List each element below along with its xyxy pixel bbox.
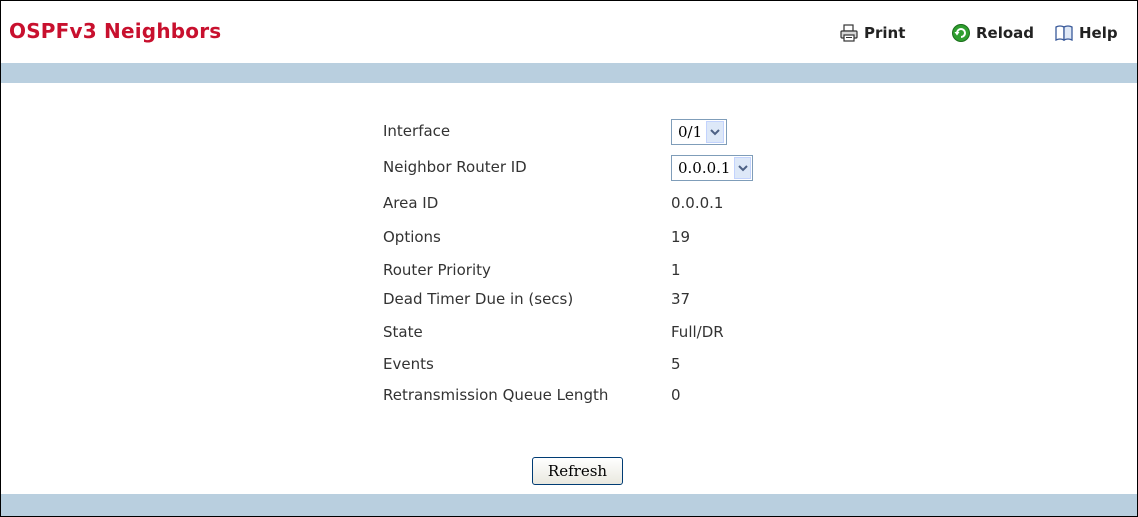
page-header: OSPFv3 Neighbors Print Reload Help <box>1 1 1137 63</box>
help-button[interactable]: Help <box>1054 21 1118 45</box>
footer-band <box>1 494 1137 516</box>
dead-timer-row: Dead Timer Due in (secs) 37 <box>383 287 803 313</box>
printer-icon <box>839 23 859 43</box>
router-priority-value: 1 <box>671 261 681 279</box>
state-value: Full/DR <box>671 323 724 341</box>
events-value: 5 <box>671 355 681 373</box>
print-button[interactable]: Print <box>839 21 905 45</box>
state-label: State <box>383 323 423 341</box>
chevron-down-icon[interactable] <box>734 157 751 179</box>
area-id-value: 0.0.0.1 <box>671 194 724 212</box>
area-id-row: Area ID 0.0.0.1 <box>383 191 803 217</box>
area-id-label: Area ID <box>383 194 439 212</box>
help-label: Help <box>1079 24 1118 42</box>
reload-button[interactable]: Reload <box>951 21 1034 45</box>
events-row: Events 5 <box>383 352 803 378</box>
dead-timer-label: Dead Timer Due in (secs) <box>383 290 574 308</box>
refresh-button[interactable]: Refresh <box>532 457 623 485</box>
neighbor-router-id-label: Neighbor Router ID <box>383 158 527 176</box>
neighbor-router-id-select[interactable]: 0.0.0.1 <box>671 155 753 181</box>
interface-row: Interface 0/1 <box>383 119 803 145</box>
events-label: Events <box>383 355 434 373</box>
page-frame: OSPFv3 Neighbors Print Reload Help Inter… <box>0 0 1138 517</box>
router-priority-row: Router Priority 1 <box>383 258 803 284</box>
retransmission-queue-length-row: Retransmission Queue Length 0 <box>383 383 803 409</box>
interface-selected-value: 0/1 <box>678 123 703 141</box>
options-label: Options <box>383 228 441 246</box>
options-value: 19 <box>671 228 691 246</box>
state-row: State Full/DR <box>383 320 803 346</box>
print-label: Print <box>864 24 906 42</box>
chevron-down-icon[interactable] <box>706 121 725 143</box>
router-priority-label: Router Priority <box>383 261 491 279</box>
retransmission-queue-length-label: Retransmission Queue Length <box>383 386 609 404</box>
reload-label: Reload <box>976 24 1035 42</box>
neighbor-router-id-row: Neighbor Router ID 0.0.0.1 <box>383 155 803 181</box>
options-row: Options 19 <box>383 225 803 251</box>
dead-timer-value: 37 <box>671 290 691 308</box>
reload-icon <box>951 23 971 43</box>
header-band <box>1 63 1137 83</box>
interface-select[interactable]: 0/1 <box>671 119 727 145</box>
retransmission-queue-length-value: 0 <box>671 386 681 404</box>
neighbor-router-id-selected-value: 0.0.0.1 <box>678 159 731 177</box>
help-book-icon <box>1054 23 1074 43</box>
interface-label: Interface <box>383 122 451 140</box>
page-title: OSPFv3 Neighbors <box>9 19 222 43</box>
